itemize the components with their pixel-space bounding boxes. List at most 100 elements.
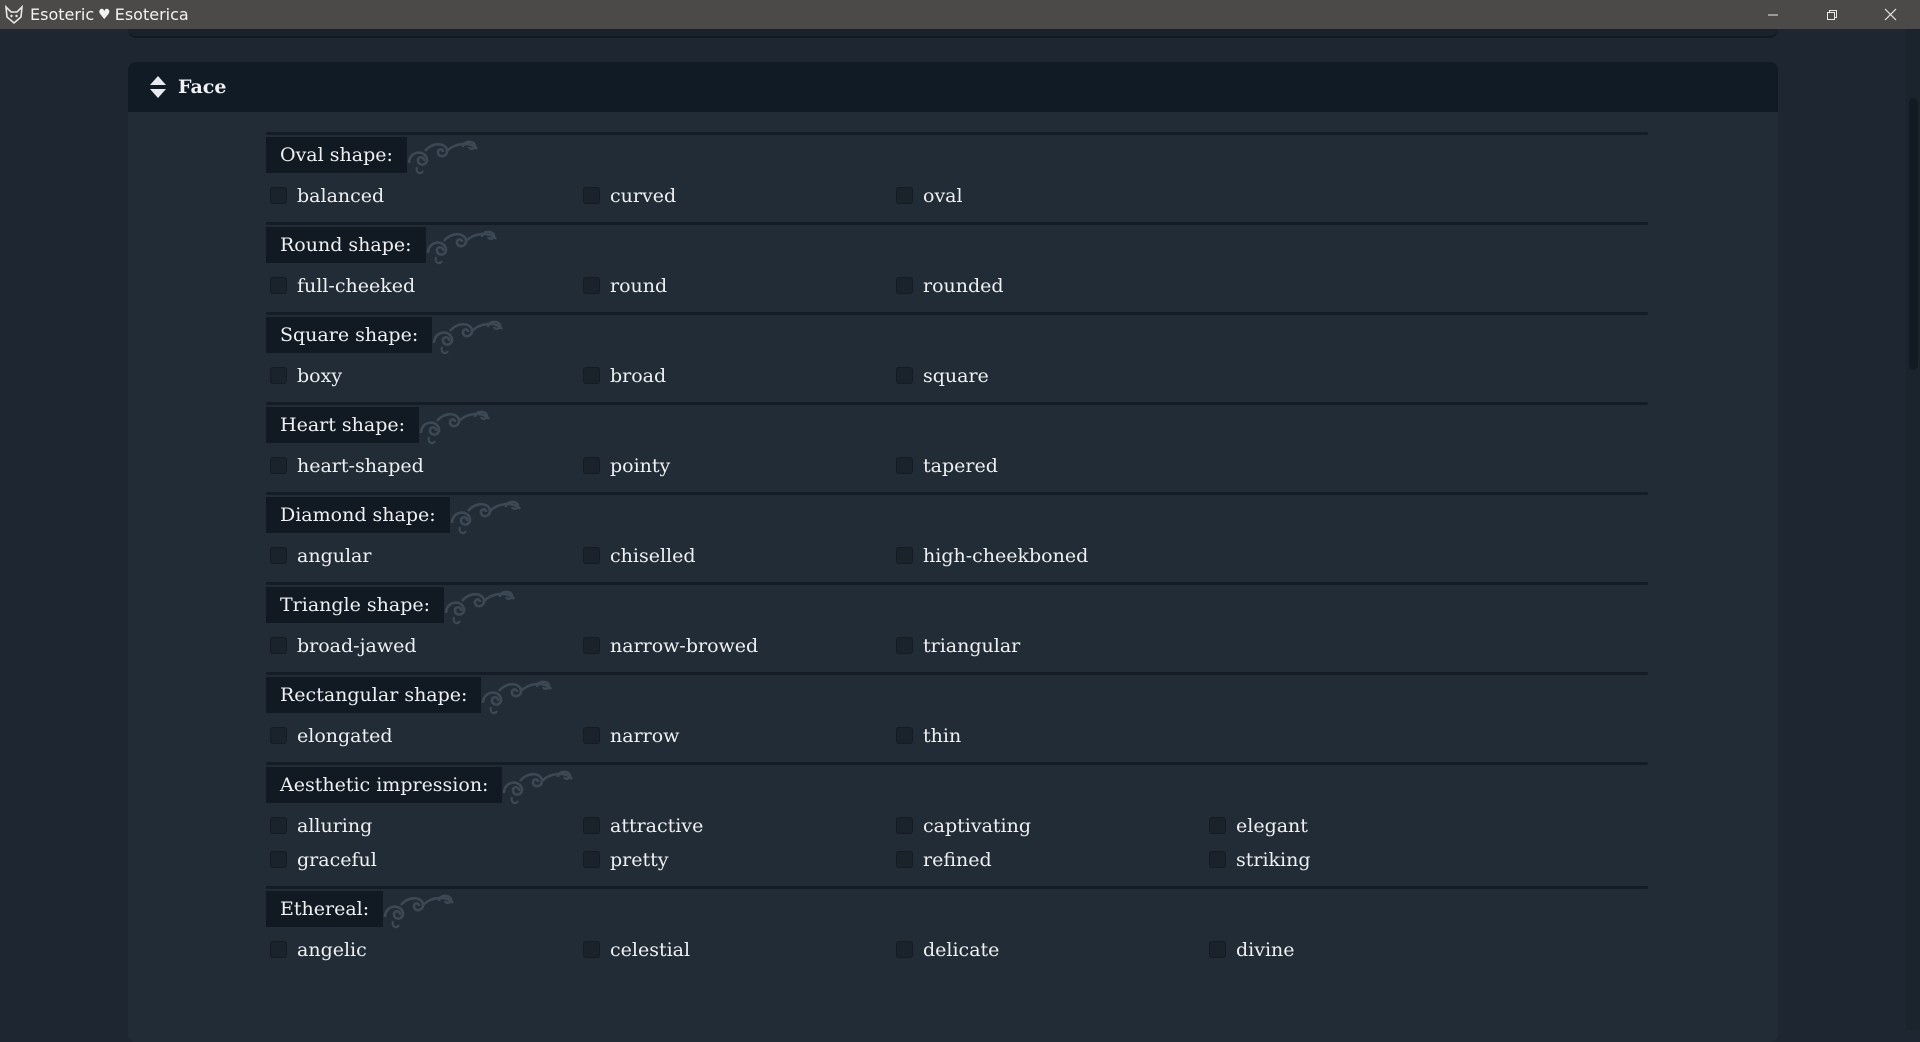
option-group: Diamond shape: angular chiselled high-chee… xyxy=(266,492,1648,578)
option-item[interactable]: tapered xyxy=(892,453,1205,478)
option-checkbox[interactable] xyxy=(896,547,913,564)
option-checkbox[interactable] xyxy=(270,187,287,204)
option-checkbox[interactable] xyxy=(270,367,287,384)
heart-icon: ♥ xyxy=(98,6,111,23)
option-group: Aesthetic impression: alluring attractive… xyxy=(266,762,1648,882)
option-label: balanced xyxy=(297,184,385,207)
window-controls xyxy=(1743,0,1920,29)
option-item[interactable]: full-cheeked xyxy=(266,273,579,298)
option-label: angular xyxy=(297,544,372,567)
scrollbar-thumb[interactable] xyxy=(1909,98,1918,370)
option-checkbox[interactable] xyxy=(896,637,913,654)
option-checkbox[interactable] xyxy=(896,817,913,834)
option-item[interactable]: broad-jawed xyxy=(266,633,579,658)
option-checkbox[interactable] xyxy=(583,941,600,958)
option-item[interactable]: divine xyxy=(1205,937,1518,962)
window-title: Esoteric ♥ Esoterica xyxy=(30,5,189,24)
option-checkbox[interactable] xyxy=(270,547,287,564)
option-item[interactable]: pointy xyxy=(579,453,892,478)
option-checkbox[interactable] xyxy=(270,277,287,294)
option-item[interactable]: elongated xyxy=(266,723,579,748)
option-list: balanced curved oval xyxy=(266,173,1648,218)
option-checkbox[interactable] xyxy=(896,851,913,868)
option-item[interactable]: alluring xyxy=(266,813,579,838)
option-item[interactable]: angular xyxy=(266,543,579,568)
option-label: alluring xyxy=(297,814,373,837)
option-checkbox[interactable] xyxy=(270,637,287,654)
option-item[interactable]: triangular xyxy=(892,633,1205,658)
option-checkbox[interactable] xyxy=(270,457,287,474)
option-item[interactable]: narrow-browed xyxy=(579,633,892,658)
option-item[interactable]: delicate xyxy=(892,937,1205,962)
option-item[interactable]: striking xyxy=(1205,847,1518,872)
option-item[interactable]: broad xyxy=(579,363,892,388)
option-checkbox[interactable] xyxy=(896,457,913,474)
option-checkbox[interactable] xyxy=(270,941,287,958)
option-item[interactable]: rounded xyxy=(892,273,1205,298)
option-item[interactable]: oval xyxy=(892,183,1205,208)
option-item[interactable]: boxy xyxy=(266,363,579,388)
option-item[interactable]: heart-shaped xyxy=(266,453,579,478)
option-checkbox[interactable] xyxy=(1209,851,1226,868)
restore-button[interactable] xyxy=(1802,0,1861,29)
option-item[interactable]: elegant xyxy=(1205,813,1518,838)
option-label: delicate xyxy=(923,938,1000,961)
option-checkbox[interactable] xyxy=(583,457,600,474)
group-header: Ethereal: xyxy=(266,886,1648,929)
minimize-icon xyxy=(1767,14,1778,15)
option-item[interactable]: chiselled xyxy=(579,543,892,568)
group-header: Triangle shape: xyxy=(266,582,1648,625)
option-item[interactable]: curved xyxy=(579,183,892,208)
option-item[interactable]: square xyxy=(892,363,1205,388)
option-checkbox[interactable] xyxy=(583,277,600,294)
option-item[interactable]: narrow xyxy=(579,723,892,748)
option-checkbox[interactable] xyxy=(583,851,600,868)
option-checkbox[interactable] xyxy=(583,547,600,564)
group-label: Rectangular shape: xyxy=(266,677,482,713)
minimize-button[interactable] xyxy=(1743,0,1802,29)
option-list: alluring attractive captivating elegant grac… xyxy=(266,803,1648,882)
option-item[interactable]: angelic xyxy=(266,937,579,962)
option-checkbox[interactable] xyxy=(896,367,913,384)
option-checkbox[interactable] xyxy=(583,187,600,204)
option-checkbox[interactable] xyxy=(270,817,287,834)
option-checkbox[interactable] xyxy=(583,637,600,654)
option-item[interactable]: pretty xyxy=(579,847,892,872)
option-label: angelic xyxy=(297,938,367,961)
option-checkbox[interactable] xyxy=(270,727,287,744)
sort-toggle-icon[interactable] xyxy=(148,75,168,99)
option-label: captivating xyxy=(923,814,1032,837)
option-checkbox[interactable] xyxy=(896,941,913,958)
option-item[interactable]: high-cheekboned xyxy=(892,543,1205,568)
option-checkbox[interactable] xyxy=(270,851,287,868)
option-item[interactable]: balanced xyxy=(266,183,579,208)
option-item[interactable]: attractive xyxy=(579,813,892,838)
close-button[interactable] xyxy=(1861,0,1920,29)
option-checkbox[interactable] xyxy=(583,817,600,834)
scroll-ornament-icon xyxy=(432,320,504,355)
option-checkbox[interactable] xyxy=(583,367,600,384)
option-checkbox[interactable] xyxy=(896,187,913,204)
option-checkbox[interactable] xyxy=(896,727,913,744)
option-item[interactable]: celestial xyxy=(579,937,892,962)
option-label: elegant xyxy=(1236,814,1308,837)
option-checkbox[interactable] xyxy=(896,277,913,294)
option-item[interactable]: captivating xyxy=(892,813,1205,838)
option-checkbox[interactable] xyxy=(583,727,600,744)
option-item[interactable]: refined xyxy=(892,847,1205,872)
option-label: heart-shaped xyxy=(297,454,424,477)
face-panel: Face Oval shape: balanced curved oval Round… xyxy=(128,62,1778,1042)
option-item[interactable]: thin xyxy=(892,723,1205,748)
panel-header[interactable]: Face xyxy=(128,62,1778,112)
option-checkbox[interactable] xyxy=(1209,817,1226,834)
option-label: curved xyxy=(610,184,677,207)
option-group: Rectangular shape: elongated narrow thin xyxy=(266,672,1648,758)
option-item[interactable]: round xyxy=(579,273,892,298)
option-label: broad xyxy=(610,364,667,387)
group-label: Heart shape: xyxy=(266,407,420,443)
option-item[interactable]: graceful xyxy=(266,847,579,872)
option-label: pretty xyxy=(610,848,669,871)
option-checkbox[interactable] xyxy=(1209,941,1226,958)
group-label: Oval shape: xyxy=(266,137,407,173)
group-label: Triangle shape: xyxy=(266,587,445,623)
